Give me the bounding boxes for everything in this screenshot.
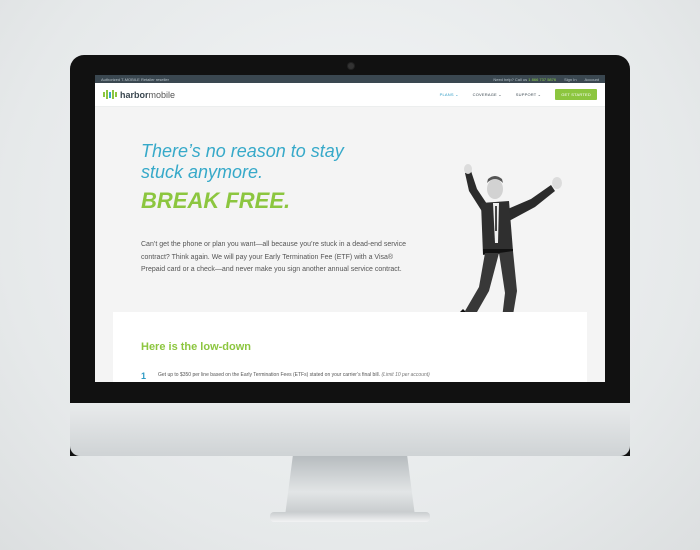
- hero-body: Can’t get the phone or plan you want—all…: [141, 241, 406, 273]
- utility-links: Need help? Call us 1 866 737 5876 Sign I…: [493, 77, 599, 82]
- nav-links: PLANS ⌄ COVERAGE ⌄ SUPPORT ⌄ GET STARTED: [440, 83, 597, 106]
- nav-coverage[interactable]: COVERAGE ⌄: [473, 92, 502, 97]
- retailer-note: Authorized T-MOBILE Retailer reseller: [101, 76, 169, 82]
- harbor-mobile-logo-icon: [103, 90, 117, 99]
- hero-tagline: BREAK FREE.: [141, 188, 291, 213]
- lowdown-title: Here is the low-down: [141, 341, 252, 353]
- hero-headline: There’s no reason to stay stuck anymore.: [141, 141, 344, 182]
- brand-logo[interactable]: harbormobile: [103, 90, 175, 100]
- help-text: Need help? Call us 1 866 737 5876: [493, 76, 557, 82]
- monitor-stand: [285, 456, 415, 516]
- step-text: Get up to $350 per line based on the Ear…: [158, 372, 430, 378]
- step-number: 1: [141, 371, 147, 381]
- brand-name: harbormobile: [120, 89, 176, 100]
- monitor-chin: [70, 403, 630, 456]
- main-nav: harbormobile PLANS ⌄ COVERAGE ⌄ SUPPORT …: [95, 83, 605, 107]
- utility-bar: Authorized T-MOBILE Retailer reseller Ne…: [95, 75, 605, 83]
- nav-support[interactable]: SUPPORT ⌄: [516, 92, 541, 97]
- monitor-base: [270, 512, 430, 522]
- sign-in-link[interactable]: Sign In: [564, 77, 576, 82]
- account-link[interactable]: Account: [585, 77, 599, 82]
- hero-section: There’s no reason to stay stuck anymore.…: [95, 107, 605, 335]
- screen: Authorized T-MOBILE Retailer reseller Ne…: [95, 75, 605, 382]
- phone-link[interactable]: 1 866 737 5876: [528, 77, 556, 82]
- get-started-button[interactable]: GET STARTED: [555, 89, 597, 100]
- lowdown-panel: Here is the low-down 1 Get up to $350 pe…: [113, 312, 587, 382]
- nav-plans[interactable]: PLANS ⌄: [440, 92, 459, 97]
- camera-icon: [348, 63, 354, 69]
